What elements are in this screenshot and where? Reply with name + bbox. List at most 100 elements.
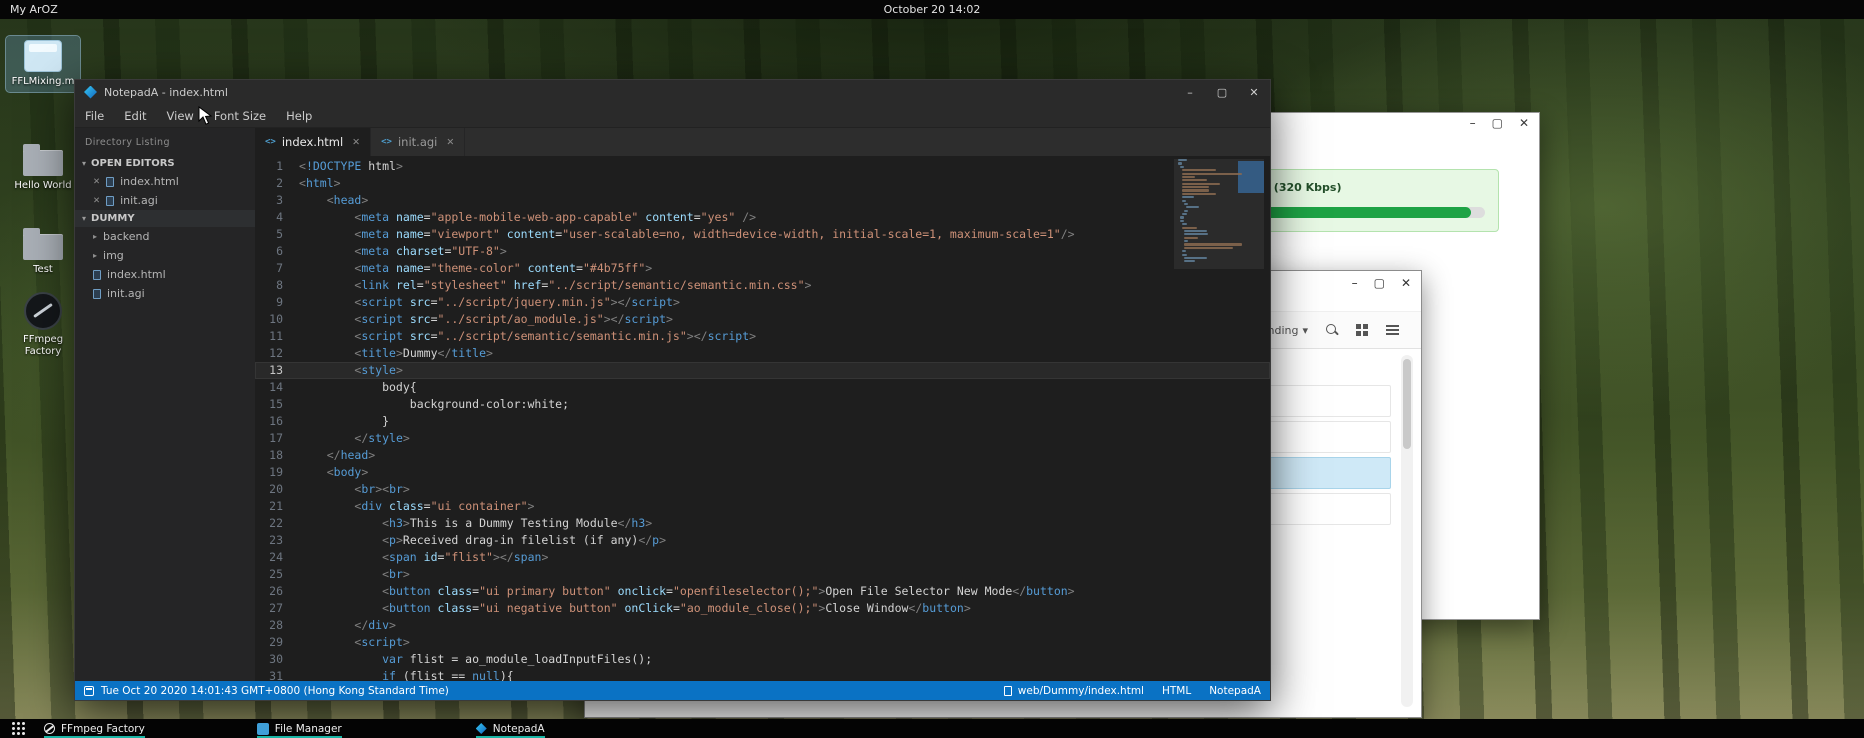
tree-item-index-html[interactable]: ✕ index.html — [75, 172, 255, 191]
tab-index-html[interactable]: <>index.html✕ — [255, 128, 371, 156]
code-line[interactable]: 24 <span id="flist"></span> — [255, 549, 1270, 566]
code-line[interactable]: 17 </style> — [255, 430, 1270, 447]
minimize-icon[interactable]: – — [1470, 116, 1476, 130]
maximize-icon[interactable]: ▢ — [1374, 276, 1385, 290]
desktop-icon-hello-world[interactable]: Hello World — [6, 138, 80, 196]
maximize-icon[interactable]: ▢ — [1206, 80, 1238, 104]
tree-item-init-agi[interactable]: ✕init.agi — [75, 191, 255, 210]
editor-tabbar: <>index.html✕<>init.agi✕ — [255, 128, 1270, 156]
close-icon[interactable]: ✕ — [352, 137, 360, 148]
window-controls: – ▢ ✕ — [1470, 116, 1529, 130]
tree-item-index-html[interactable]: index.html — [75, 265, 255, 284]
desktop-icon-ffmpeg-factory[interactable]: FFmpeg Factory — [6, 288, 80, 361]
code-line[interactable]: 25 <br> — [255, 566, 1270, 583]
code-line[interactable]: 2<html> — [255, 175, 1270, 192]
minimize-icon[interactable]: – — [1174, 80, 1206, 104]
close-icon[interactable]: ✕ — [1519, 116, 1529, 130]
folder-icon — [23, 150, 63, 176]
menu-file[interactable]: File — [75, 104, 114, 127]
scrollbar-thumb[interactable] — [1403, 359, 1411, 449]
desktop-icon-label: FFLMixing.m — [12, 76, 75, 88]
line-number: 6 — [255, 243, 299, 260]
desktop-icon-fflmixing-m[interactable]: FFLMixing.m — [6, 36, 80, 92]
notepad-sidebar: Directory Listing ▾OPEN EDITORS✕index.ht… — [75, 128, 255, 681]
maximize-icon[interactable]: ▢ — [1492, 116, 1503, 130]
status-language[interactable]: HTML — [1162, 685, 1191, 697]
grid-view-icon[interactable] — [1356, 324, 1368, 336]
notepada-window[interactable]: NotepadA - index.html – ▢ ✕ FileEditView… — [74, 79, 1271, 701]
code-line[interactable]: 26 <button class="ui primary button" onc… — [255, 583, 1270, 600]
taskbar-item-ffmpeg-factory[interactable]: FFmpeg Factory — [36, 719, 153, 738]
code-line[interactable]: 7 <meta name="theme-color" content="#4b7… — [255, 260, 1270, 277]
tree-section-open-editors[interactable]: ▾OPEN EDITORS — [75, 155, 255, 172]
menu-view[interactable]: View — [157, 104, 204, 127]
line-number: 14 — [255, 379, 299, 396]
code-line[interactable]: 9 <script src="../script/jquery.min.js">… — [255, 294, 1270, 311]
sidebar-tree: ▾OPEN EDITORS✕index.html✕init.agi▾DUMMY▸… — [75, 155, 255, 303]
code-line[interactable]: 1<!DOCTYPE html> — [255, 158, 1270, 175]
close-icon[interactable]: ✕ — [1401, 276, 1411, 290]
code-line[interactable]: 22 <h3>This is a Dummy Testing Module</h… — [255, 515, 1270, 532]
code-line[interactable]: 31 if (flist == null){ — [255, 668, 1270, 681]
minimap[interactable] — [1178, 159, 1258, 264]
close-icon[interactable]: ✕ — [446, 137, 454, 148]
code-line[interactable]: 23 <p>Received drag-in filelist (if any)… — [255, 532, 1270, 549]
line-number: 24 — [255, 549, 299, 566]
code-line[interactable]: 13 <style> — [255, 362, 1270, 379]
code-line[interactable]: 29 <script> — [255, 634, 1270, 651]
code-line[interactable]: 10 <script src="../script/ao_module.js">… — [255, 311, 1270, 328]
code-line[interactable]: 19 <body> — [255, 464, 1270, 481]
code-line[interactable]: 14 body{ — [255, 379, 1270, 396]
code-line[interactable]: 5 <meta name="viewport" content="user-sc… — [255, 226, 1270, 243]
scrollbar[interactable] — [1401, 355, 1413, 707]
tab-init-agi[interactable]: <>init.agi✕ — [371, 128, 465, 156]
tree-section-label: OPEN EDITORS — [91, 158, 175, 169]
code-line[interactable]: 20 <br><br> — [255, 481, 1270, 498]
notepada-titlebar[interactable]: NotepadA - index.html – ▢ ✕ — [75, 80, 1270, 104]
code-line[interactable]: 18 </head> — [255, 447, 1270, 464]
code-line[interactable]: 12 <title>Dummy</title> — [255, 345, 1270, 362]
aroz-menu[interactable]: My ArOZ — [0, 3, 58, 16]
close-icon[interactable]: ✕ — [1238, 80, 1270, 104]
code-line[interactable]: 8 <link rel="stylesheet" href="../script… — [255, 277, 1270, 294]
line-number: 7 — [255, 260, 299, 277]
tree-item-img[interactable]: ▸img — [75, 246, 255, 265]
line-number: 19 — [255, 464, 299, 481]
code-text: background-color:white; — [299, 396, 569, 413]
tree-item-init-agi[interactable]: init.agi — [75, 284, 255, 303]
taskbar-item-file-manager[interactable]: File Manager — [249, 719, 350, 738]
taskbar-item-notepada[interactable]: NotepadA — [468, 719, 553, 738]
code-line[interactable]: 21 <div class="ui container"> — [255, 498, 1270, 515]
search-icon[interactable] — [1326, 324, 1338, 336]
code-line[interactable]: 16 } — [255, 413, 1270, 430]
app-launcher-icon[interactable] — [2, 719, 24, 738]
tree-item-label: img — [103, 249, 124, 262]
code-line[interactable]: 30 var flist = ao_module_loadInputFiles(… — [255, 651, 1270, 668]
file-icon — [93, 289, 101, 299]
menu-help[interactable]: Help — [276, 104, 322, 127]
code-line[interactable]: 6 <meta charset="UTF-8"> — [255, 243, 1270, 260]
code-line[interactable]: 27 <button class="ui negative button" on… — [255, 600, 1270, 617]
tree-item-label: init.agi — [107, 287, 145, 300]
desktop-icon-test[interactable]: Test — [6, 222, 80, 280]
list-view-icon[interactable] — [1386, 324, 1399, 336]
code-area[interactable]: 1<!DOCTYPE html>2<html>3 <head>4 <meta n… — [255, 156, 1270, 681]
menu-font-size[interactable]: Font Size — [204, 104, 276, 127]
tree-section-dummy[interactable]: ▾DUMMY — [75, 210, 255, 227]
code-line[interactable]: 15 background-color:white; — [255, 396, 1270, 413]
close-icon[interactable]: ✕ — [93, 196, 100, 206]
code-line[interactable]: 3 <head> — [255, 192, 1270, 209]
code-line[interactable]: 11 <script src="../script/semantic/seman… — [255, 328, 1270, 345]
taskbar-item-label: File Manager — [275, 723, 342, 735]
tree-item-label: index.html — [120, 175, 179, 188]
close-icon[interactable]: ✕ — [93, 177, 100, 187]
minimize-icon[interactable]: – — [1352, 276, 1358, 290]
file-manager-icon — [257, 723, 269, 735]
code-line[interactable]: 28 </div> — [255, 617, 1270, 634]
code-text: <meta name="apple-mobile-web-app-capable… — [299, 209, 756, 226]
status-file[interactable]: web/Dummy/index.html — [1004, 685, 1144, 697]
menu-edit[interactable]: Edit — [114, 104, 156, 127]
tab-label: index.html — [282, 135, 343, 149]
code-line[interactable]: 4 <meta name="apple-mobile-web-app-capab… — [255, 209, 1270, 226]
tree-item-backend[interactable]: ▸backend — [75, 227, 255, 246]
